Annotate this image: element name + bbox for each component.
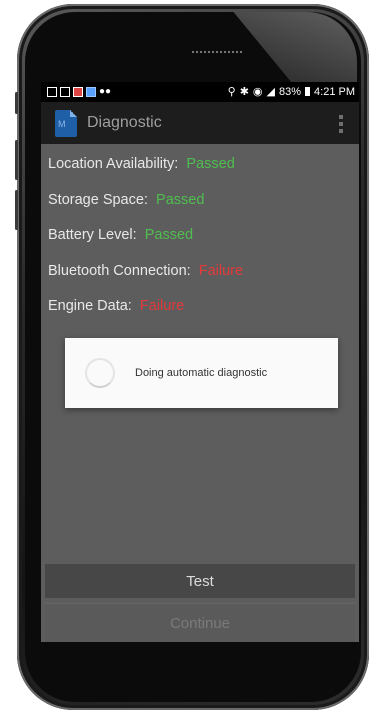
volume-down-button: [15, 190, 18, 230]
system-icons: ⚲ ✱ ◉ ◢ 83% 4:21 PM: [227, 85, 355, 99]
diagnostic-storage: Storage Space: Passed: [48, 192, 243, 228]
image-icon: [47, 86, 57, 97]
phone-screen: ●● ⚲ ✱ ◉ ◢ 83% 4:21 PM M Diagnostic Loca…: [41, 82, 359, 642]
overflow-menu-icon[interactable]: [339, 115, 343, 133]
loading-spinner-icon: [85, 358, 115, 388]
app-bar: M Diagnostic: [41, 102, 359, 144]
diagnostic-status: Passed: [156, 191, 205, 208]
volume-up-button: [15, 140, 18, 180]
voicemail-icon: ●●: [99, 86, 112, 97]
status-bar: ●● ⚲ ✱ ◉ ◢ 83% 4:21 PM: [41, 82, 359, 102]
signal-icon: ◢: [266, 86, 275, 98]
test-button[interactable]: Test: [45, 564, 355, 598]
diagnostic-bluetooth: Bluetooth Connection: Failure: [48, 263, 243, 299]
diagnostic-status: Failure: [198, 262, 244, 279]
mute-switch: [15, 92, 18, 114]
app-logo-text: M: [58, 119, 66, 129]
bluetooth-icon: ✱: [239, 86, 249, 98]
diagnostic-label: Bluetooth Connection:: [48, 262, 191, 279]
diagnostic-engine: Engine Data: Failure: [48, 298, 243, 334]
wifi-icon: ◉: [252, 86, 263, 98]
diagnostic-status: Failure: [139, 298, 185, 314]
diagnostic-list: Location Availability: Passed Storage Sp…: [48, 156, 243, 334]
location-icon: ⚲: [227, 86, 236, 98]
clock: 4:21 PM: [314, 85, 355, 98]
diagnostic-label: Battery Level:: [48, 227, 137, 243]
battery-percent: 83%: [279, 85, 302, 98]
diagnostic-battery: Battery Level: Passed: [48, 227, 243, 263]
diagnostic-status: Passed: [186, 156, 235, 172]
battery-icon: [305, 87, 311, 96]
continue-button[interactable]: Continue: [45, 603, 355, 642]
diagnostic-status: Passed: [144, 227, 194, 243]
diagnostic-label: Location Availability:: [48, 156, 179, 172]
progress-message: Doing automatic diagnostic: [135, 367, 268, 379]
progress-dialog: Doing automatic diagnostic: [65, 338, 338, 408]
diagnostic-location: Location Availability: Passed: [48, 156, 243, 192]
diagnostic-label: Engine Data:: [48, 298, 132, 314]
diagnostic-label: Storage Space:: [48, 191, 148, 208]
page-title: Diagnostic: [87, 114, 162, 131]
notification-icons: ●●: [47, 86, 111, 97]
app-logo-icon: M: [55, 110, 77, 137]
photo-icon: [60, 86, 70, 97]
calendar-icon: [73, 86, 83, 97]
app-icon: [86, 86, 96, 97]
earpiece-speaker: [191, 50, 243, 54]
